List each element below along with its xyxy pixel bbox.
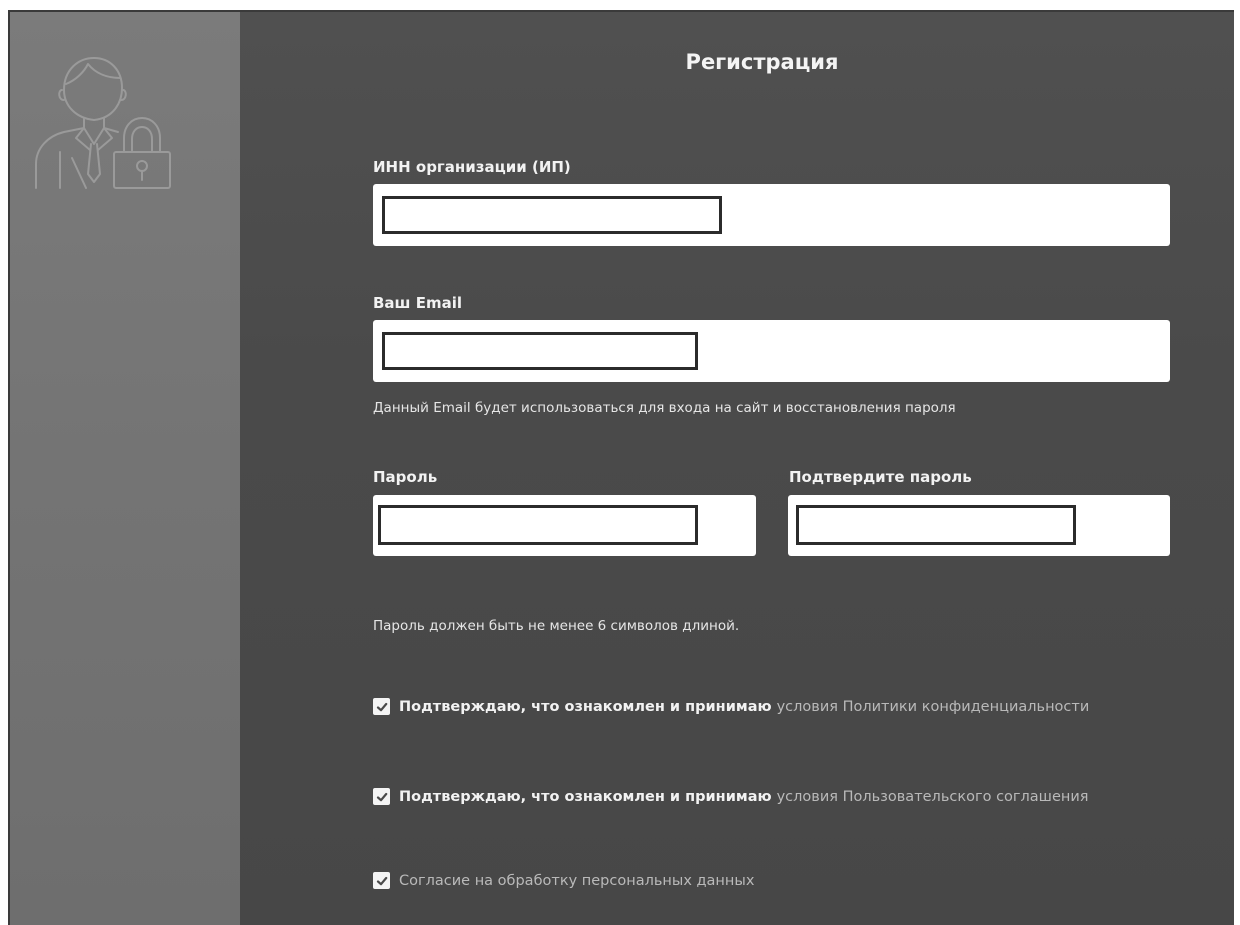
page-frame: Регистрация ИНН организации (ИП) Ваш Ema… — [8, 10, 1234, 925]
user-agreement-link[interactable]: условия Пользовательского соглашения — [777, 789, 1089, 805]
password-field-container — [373, 495, 756, 556]
password-hint: Пароль должен быть не менее 6 символов д… — [373, 618, 740, 634]
confirm-password-input[interactable] — [796, 505, 1076, 545]
registration-panel: Регистрация ИНН организации (ИП) Ваш Ema… — [240, 12, 1234, 925]
consent-privacy-row: Подтверждаю, что ознакомлен и принимаю у… — [373, 698, 1089, 715]
confirm-password-label: Подтвердите пароль — [789, 468, 972, 486]
email-hint: Данный Email будет использоваться для вх… — [373, 400, 956, 416]
check-icon — [376, 792, 387, 801]
confirm-password-field-container — [788, 495, 1170, 556]
consent-personal-data-checkbox[interactable] — [373, 872, 390, 889]
sidebar — [10, 12, 240, 925]
password-label: Пароль — [373, 468, 438, 486]
email-label: Ваш Email — [373, 294, 462, 312]
consent-terms-row: Подтверждаю, что ознакомлен и принимаю у… — [373, 788, 1089, 805]
inn-field-container — [373, 184, 1170, 246]
email-field-container — [373, 320, 1170, 382]
inn-label: ИНН организации (ИП) — [373, 158, 571, 176]
password-input[interactable] — [378, 505, 698, 545]
email-input[interactable] — [382, 332, 698, 370]
consent-personal-data-row: Согласие на обработку персональных данны… — [373, 872, 754, 889]
consent-terms-text: Подтверждаю, что ознакомлен и принимаю — [399, 788, 772, 805]
page-title: Регистрация — [685, 50, 839, 74]
consent-privacy-text: Подтверждаю, что ознакомлен и принимаю — [399, 698, 772, 715]
user-lock-icon — [32, 46, 176, 190]
privacy-policy-link[interactable]: условия Политики конфиденциальности — [777, 699, 1090, 715]
check-icon — [376, 876, 387, 885]
consent-terms-checkbox[interactable] — [373, 788, 390, 805]
check-icon — [376, 702, 387, 711]
consent-privacy-checkbox[interactable] — [373, 698, 390, 715]
inn-input[interactable] — [382, 196, 722, 234]
personal-data-consent-link[interactable]: Согласие на обработку персональных данны… — [399, 873, 754, 889]
